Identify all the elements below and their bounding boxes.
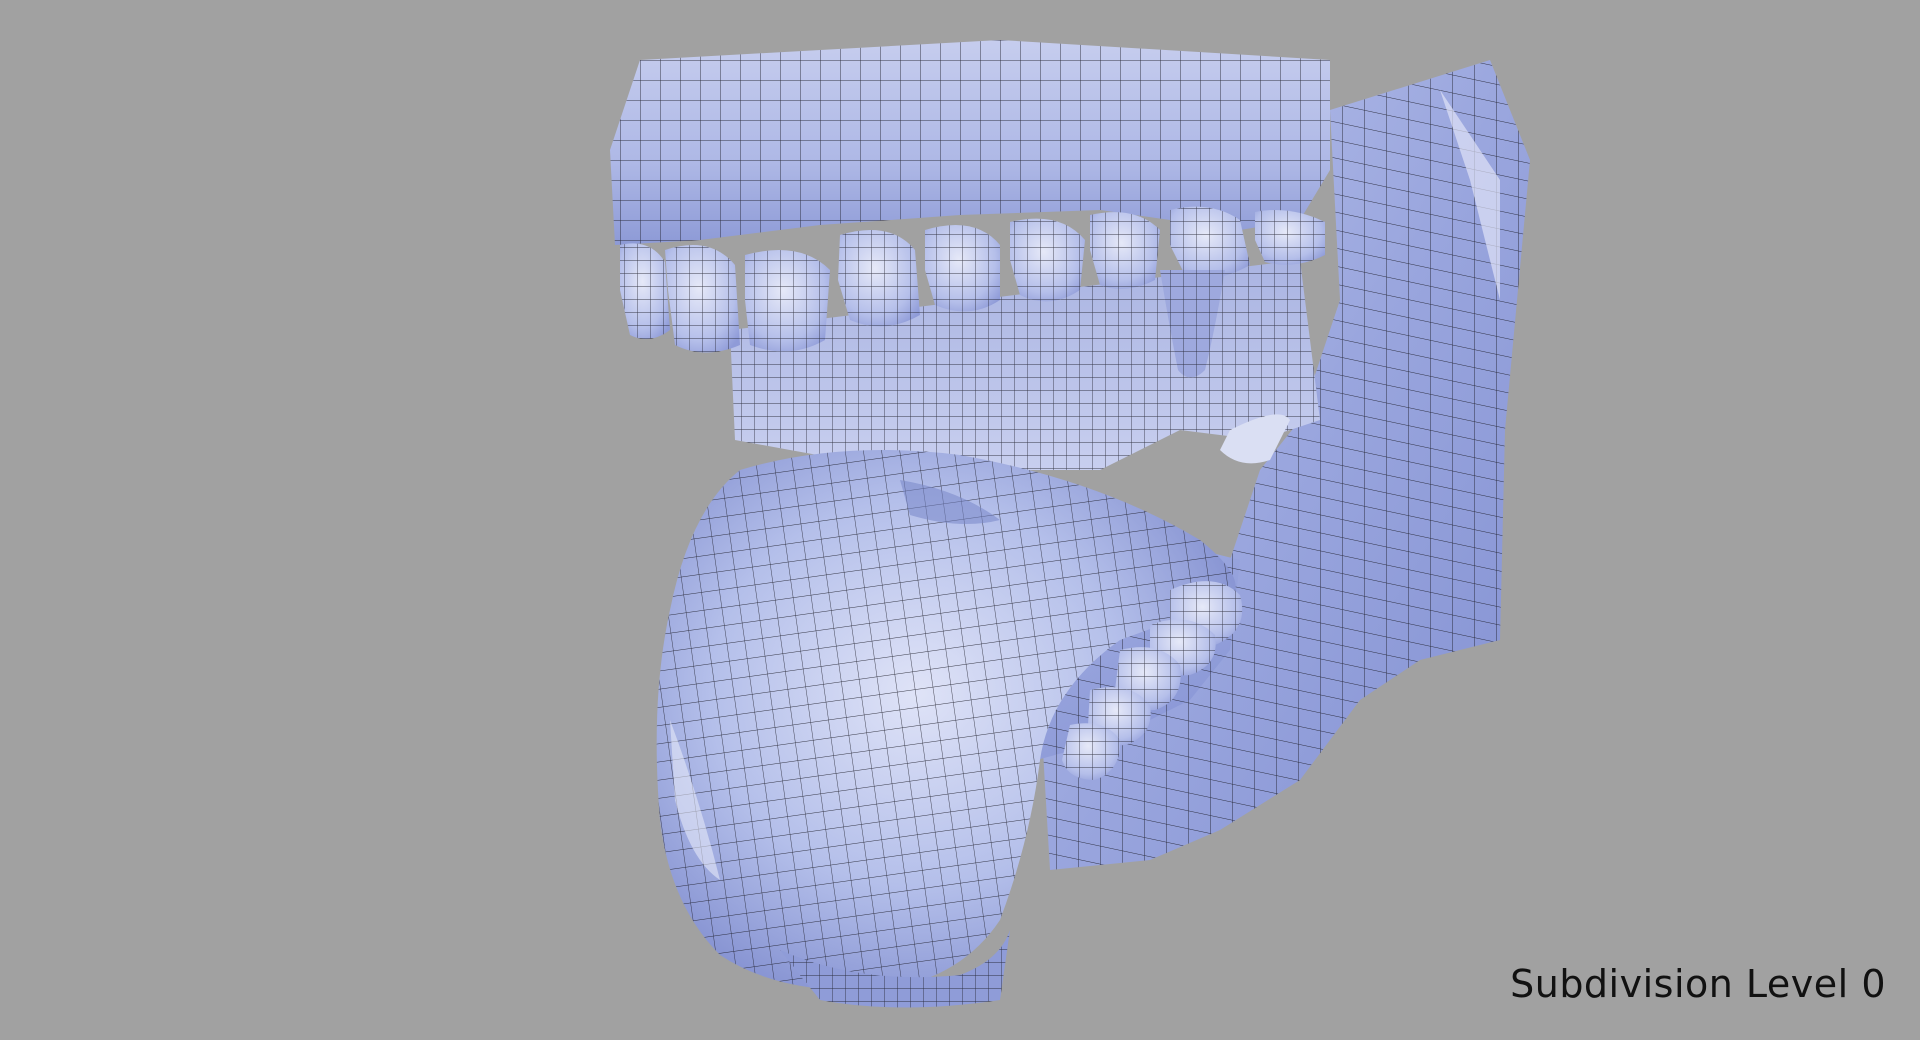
subdivision-level-label: Subdivision Level 0 [1510,962,1886,1006]
mouth-model-render [610,40,1530,1008]
render-viewport: Subdivision Level 0 [0,0,1920,1040]
